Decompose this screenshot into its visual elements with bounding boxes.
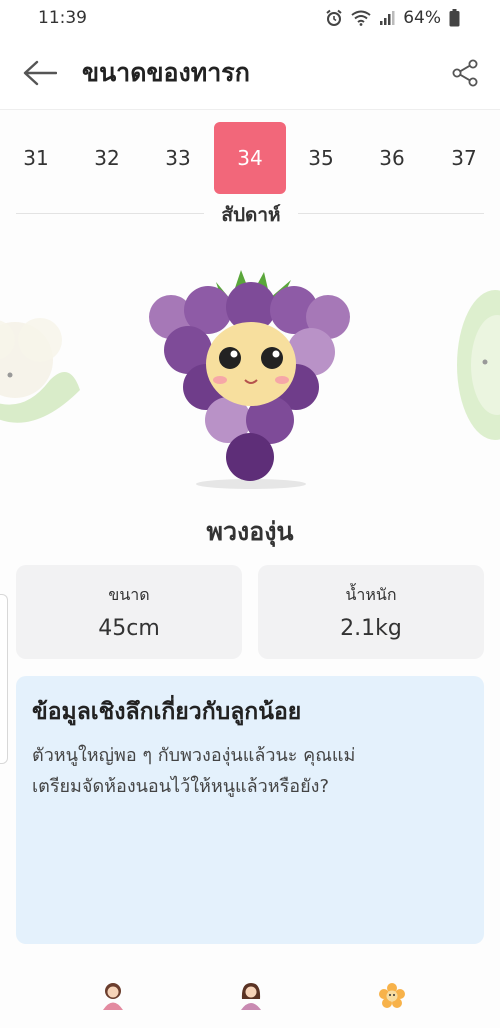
share-icon (452, 59, 478, 86)
nav-mother[interactable] (95, 978, 131, 1014)
cabbage-character-icon (457, 290, 500, 440)
wifi-icon (351, 10, 371, 26)
nav-woman[interactable] (233, 978, 269, 1014)
cauliflower-character-icon (0, 318, 80, 423)
app-bar: ขนาดของทารก (0, 36, 500, 110)
week-item-33[interactable]: 33 (142, 122, 214, 194)
flower-icon (379, 983, 405, 1008)
status-icons: 64% (325, 8, 460, 28)
mother-avatar-icon (103, 983, 123, 1010)
battery-icon (449, 9, 460, 27)
status-bar: 11:39 64% (0, 0, 500, 36)
back-button[interactable] (0, 36, 80, 110)
alarm-icon (326, 9, 342, 26)
fruit-name: พวงองุ่น (206, 517, 294, 546)
week-item-37[interactable]: 37 (428, 122, 500, 194)
page-title: ขนาดของทารก (82, 57, 250, 87)
insight-title: ข้อมูลเชิงลึกเกี่ยวกับลูกน้อย (32, 699, 302, 725)
size-card: ขนาด 45cm (16, 565, 242, 659)
weight-value: 2.1kg (340, 616, 402, 641)
insight-card: ข้อมูลเชิงลึกเกี่ยวกับลูกน้อย ตัวหนูใหญ่… (16, 676, 484, 944)
week-label: สัปดาห์ (221, 204, 281, 226)
week-item-35[interactable]: 35 (285, 122, 357, 194)
week-item-36[interactable]: 36 (356, 122, 428, 194)
week-divider-right (298, 213, 484, 214)
nav-flower[interactable] (374, 978, 410, 1014)
insight-body: ตัวหนูใหญ่พอ ๆ กับพวงองุ่นแล้วนะ คุณแม่ … (32, 740, 468, 802)
side-drawer-handle[interactable] (0, 594, 8, 764)
share-button[interactable] (430, 36, 500, 110)
week-divider-left (16, 213, 204, 214)
fruit-carousel[interactable] (0, 250, 500, 500)
arrow-left-icon (23, 60, 57, 85)
size-label: ขนาด (108, 585, 150, 604)
battery-percent: 64% (403, 8, 441, 28)
insight-line-1: ตัวหนูใหญ่พอ ๆ กับพวงองุ่นแล้วนะ คุณแม่ (32, 745, 356, 766)
signal-icon (380, 11, 395, 25)
bottom-nav (0, 968, 500, 1028)
status-time: 11:39 (38, 8, 87, 28)
insight-line-2: เตรียมจัดห้องนอนไว้ให้หนูแล้วหรือยัง? (32, 776, 329, 797)
woman-avatar-icon (241, 983, 261, 1010)
weight-card: น้ำหนัก 2.1kg (258, 565, 484, 659)
week-selector: 31 32 33 34 35 36 37 (0, 122, 500, 194)
week-item-31[interactable]: 31 (0, 122, 72, 194)
weight-label: น้ำหนัก (345, 585, 397, 604)
week-item-34-selected[interactable]: 34 (214, 122, 286, 194)
grape-bunch-character-icon (149, 270, 350, 489)
size-value: 45cm (98, 616, 160, 641)
week-item-32[interactable]: 32 (71, 122, 143, 194)
